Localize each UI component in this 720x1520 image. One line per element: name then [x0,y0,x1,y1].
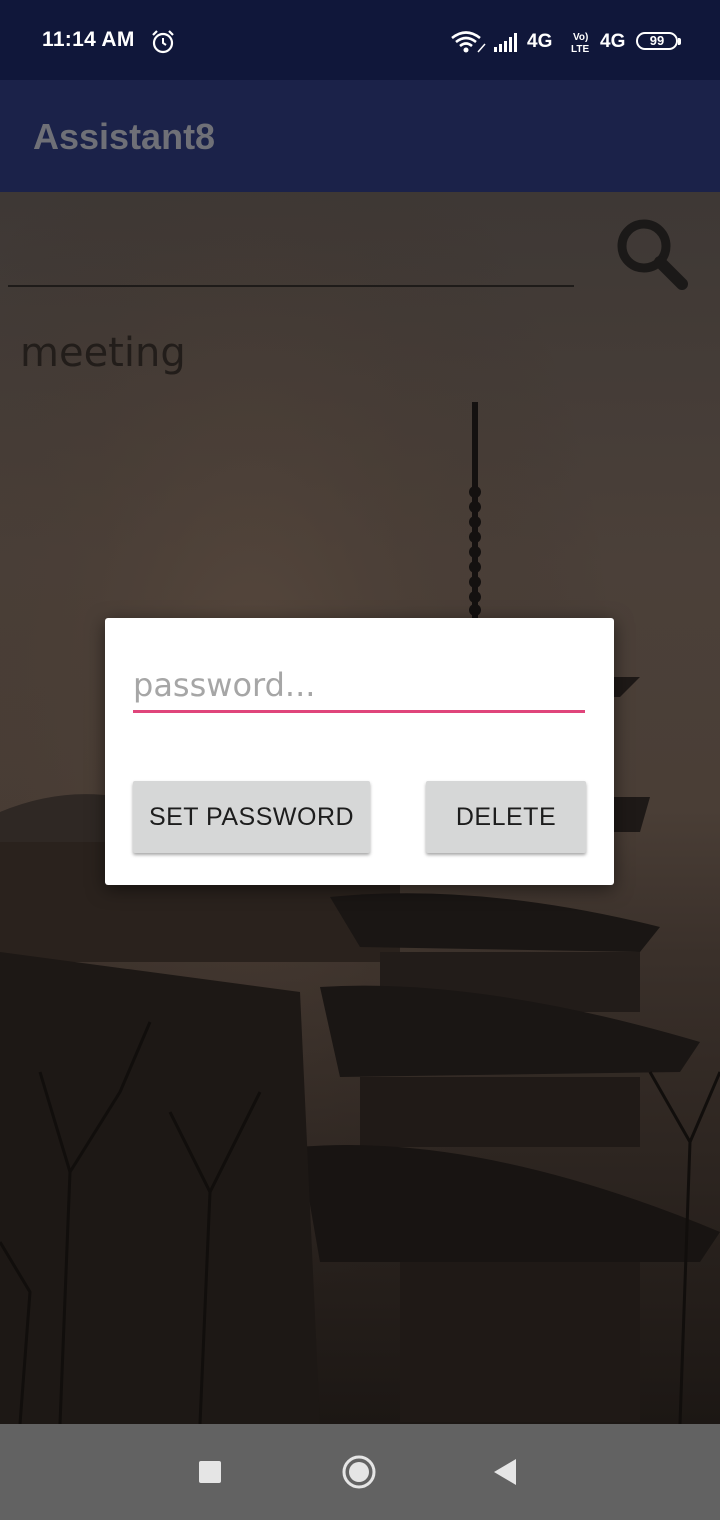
home-icon[interactable] [341,1454,377,1490]
network-type-2: 4G [600,31,626,52]
svg-text:Vo): Vo) [573,32,588,43]
wifi-icon [451,31,486,53]
status-time: 11:14 AM [42,28,135,51]
password-field[interactable] [133,660,585,713]
status-bar: 11:14 AM 4G Vo) LTE 4G 99 [0,0,720,80]
list-item[interactable]: meeting [20,330,186,376]
battery-icon: 99 [636,32,681,50]
search-input[interactable] [8,285,574,287]
network-type-1: 4G [527,31,553,52]
alarm-icon [152,30,174,54]
search-icon[interactable] [612,214,692,294]
delete-button[interactable]: DELETE [426,781,586,853]
svg-text:LTE: LTE [571,44,589,54]
password-dialog: SET PASSWORD DELETE [105,618,614,885]
recent-apps-icon[interactable] [199,1461,221,1483]
back-icon[interactable] [492,1457,520,1487]
app-title: Assistant8 [33,116,216,157]
set-password-button[interactable]: SET PASSWORD [133,781,370,853]
signal-icon [494,33,517,52]
volte-icon: Vo) LTE [571,32,589,54]
